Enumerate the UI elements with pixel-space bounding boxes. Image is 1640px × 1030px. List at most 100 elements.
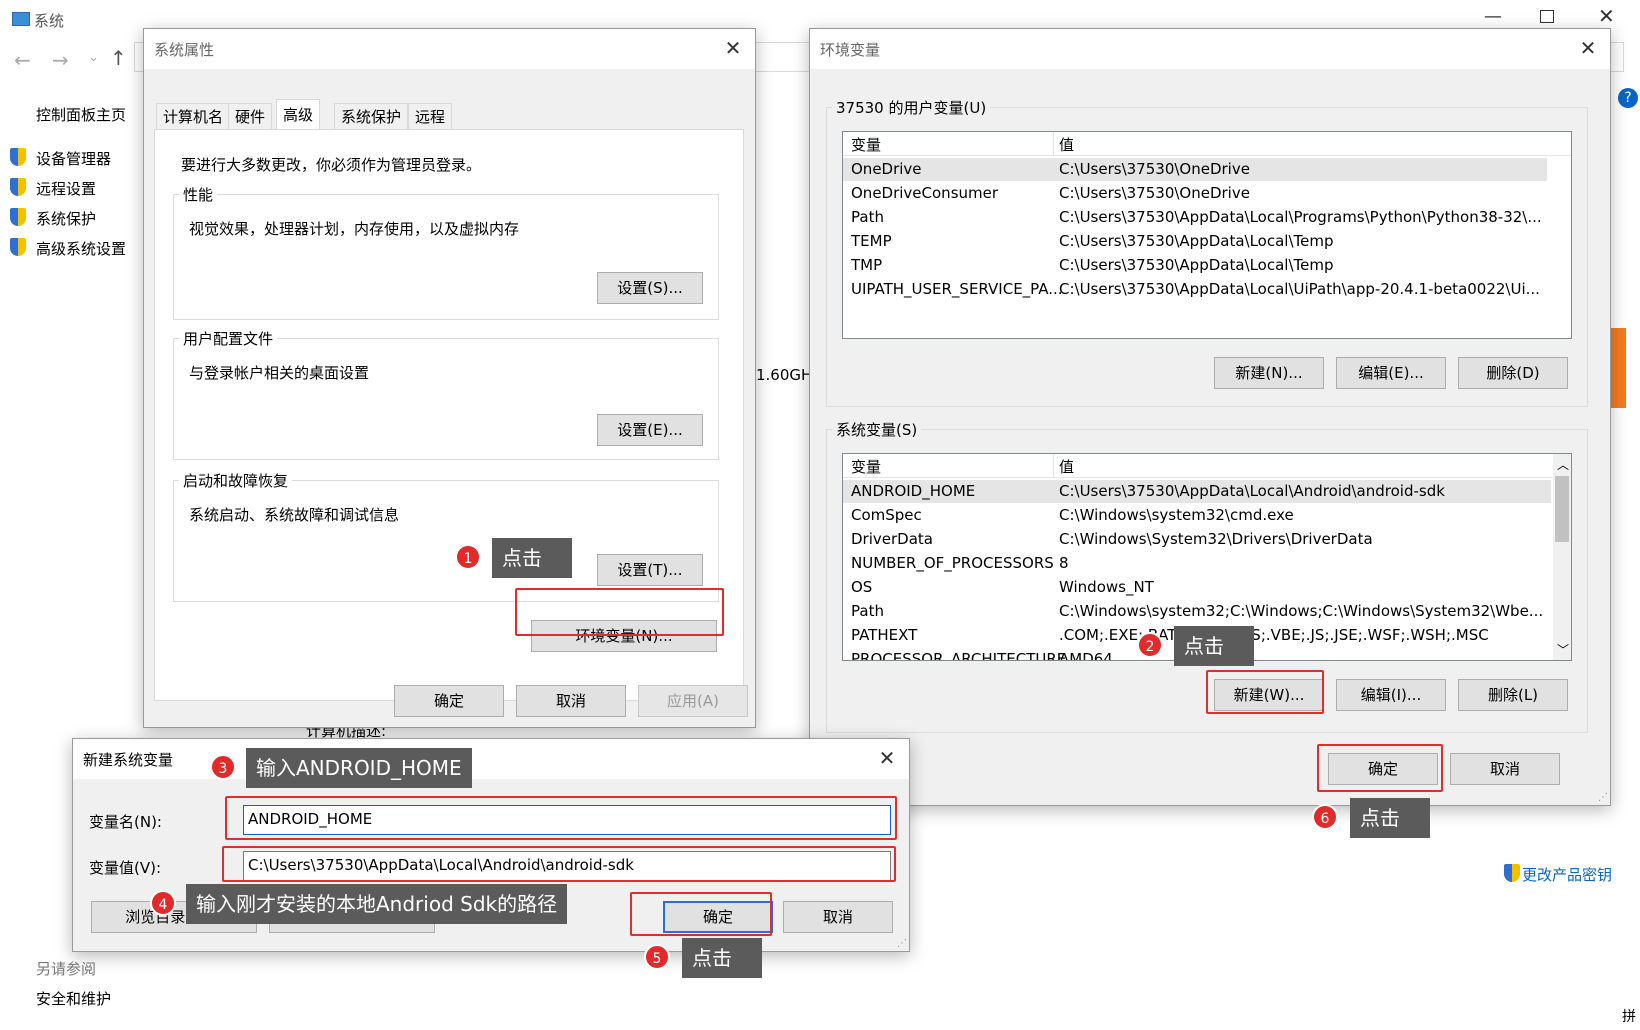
performance-label: 性能 [179,184,218,205]
table-row[interactable]: ANDROID_HOME C:\Users\37530\AppData\Local… [843,480,1551,503]
maximize-button[interactable] [1540,10,1554,23]
annotation-badge-2: 2 [1137,632,1163,658]
column-divider[interactable] [1053,132,1054,156]
tab-system-protection[interactable]: 系统保护 [334,103,409,129]
profile-desc: 与登录帐户相关的桌面设置 [189,364,370,382]
user-delete-button[interactable]: 删除(D) [1458,357,1568,389]
tab-advanced[interactable]: 高级 [276,99,321,131]
user-new-button[interactable]: 新建(N)... [1214,357,1324,389]
change-product-key-link[interactable]: 更改产品密钥 [1522,864,1612,885]
tab-computer-name[interactable]: 计算机名 [156,103,231,129]
tab-remote[interactable]: 远程 [408,103,453,129]
resize-grip-icon[interactable]: ⋰ [897,938,907,949]
security-maintenance-link[interactable]: 安全和维护 [36,988,111,1009]
help-icon[interactable]: ? [1618,88,1638,108]
dialog-title: 系统属性 [154,41,215,59]
sidebar-home-link[interactable]: 控制面板主页 [36,104,126,125]
variable-value-label: 变量值(V): [89,859,162,877]
var-value: C:\Users\37530\AppData\Local\UiPath\app-… [1059,280,1540,298]
sidebar-item-device-manager[interactable]: 设备管理器 [36,148,111,169]
col-val-header[interactable]: 值 [1059,454,1074,480]
table-row[interactable]: OneDriveConsumer C:\Users\37530\OneDrive [843,182,1571,205]
up-arrow-icon[interactable]: ↑ [110,46,127,70]
column-divider[interactable] [1053,454,1054,478]
col-var-header[interactable]: 变量 [851,132,881,158]
var-value: C:\Windows\system32;C:\Windows;C:\Window… [1059,602,1544,620]
user-vars-table[interactable]: 变量 值 OneDrive C:\Users\37530\OneDrive One… [842,131,1572,339]
system-delete-button[interactable]: 删除(L) [1458,679,1568,711]
var-value: C:\Users\37530\OneDrive [1059,160,1250,178]
highlight-system-new [1206,670,1324,714]
highlight-env-ok [1317,744,1443,792]
col-var-header[interactable]: 变量 [851,454,881,480]
table-row[interactable]: TMP C:\Users\37530\AppData\Local\Temp [843,254,1571,277]
cancel-button[interactable]: 取消 [783,901,893,933]
scrollbar-thumb[interactable] [1555,476,1569,542]
forward-arrow-icon[interactable]: → [52,48,69,72]
table-row[interactable]: UIPATH_USER_SERVICE_PA... C:\Users\37530\… [843,278,1571,301]
dialog-title: 环境变量 [820,41,881,59]
cancel-button[interactable]: 取消 [516,685,626,717]
startup-desc: 系统启动、系统故障和调试信息 [189,506,400,524]
startup-settings-button[interactable]: 设置(T)... [597,554,703,586]
profile-settings-button[interactable]: 设置(E)... [597,414,703,446]
chevron-down-icon[interactable]: ﹀ [1557,641,1569,658]
table-row[interactable]: TEMP C:\Users\37530\AppData\Local\Temp [843,230,1571,253]
close-window-button[interactable]: ✕ [1598,4,1615,28]
var-name: OneDrive [851,160,922,178]
admin-note: 要进行大多数更改，你必须作为管理员登录。 [181,156,482,174]
chevron-up-icon[interactable]: ︿ [1557,456,1569,473]
sidebar-item-advanced[interactable]: 高级系统设置 [36,238,126,259]
var-name: OneDriveConsumer [851,184,999,202]
table-header: 变量 值 [843,132,1571,156]
table-row[interactable]: DriverData C:\Windows\System32\Drivers\Dr… [843,528,1571,551]
highlight-env-button [515,588,724,636]
sidebar-item-remote[interactable]: 远程设置 [36,178,96,199]
tab-hardware[interactable]: 硬件 [228,103,273,129]
close-icon[interactable]: ✕ [1574,35,1602,61]
var-value: Windows_NT [1059,578,1154,596]
dialog-title: 新建系统变量 [83,751,174,769]
var-value: C:\Users\37530\AppData\Local\Temp [1059,232,1334,250]
shield-icon [10,208,26,226]
highlight-newvar-ok [630,892,772,936]
resize-grip-icon[interactable]: ⋰ [1598,792,1608,803]
ok-button[interactable]: 确定 [394,685,504,717]
table-row[interactable]: NUMBER_OF_PROCESSORS 8 [843,552,1571,575]
var-name: PROCESSOR_ARCHITECTURE [851,650,1067,661]
shield-icon [10,148,26,166]
var-value: 8 [1059,554,1069,572]
var-name: Path [851,602,884,620]
close-icon[interactable]: ✕ [873,745,901,771]
var-value: C:\Users\37530\OneDrive [1059,184,1250,202]
back-arrow-icon[interactable]: ← [14,48,31,72]
annotation-badge-3: 3 [210,754,236,780]
highlight-name-input [225,796,897,840]
sidebar-item-protection[interactable]: 系统保护 [36,208,96,229]
table-row[interactable]: Path C:\Users\37530\AppData\Local\Program… [843,206,1571,229]
system-vars-label: 系统变量(S) [832,419,922,440]
chevron-down-icon[interactable]: ⌄ [88,50,99,65]
dialog-titlebar: 系统属性 ✕ [144,29,755,69]
performance-settings-button[interactable]: 设置(S)... [597,272,703,304]
ime-indicator[interactable]: 拼 [1622,1006,1636,1026]
var-value: C:\Windows\System32\Drivers\DriverData [1059,530,1373,548]
minimize-button[interactable]: — [1484,6,1502,27]
dialog-titlebar: 新建系统变量 ✕ [73,739,909,779]
var-value: C:\Windows\system32\cmd.exe [1059,506,1294,524]
close-icon[interactable]: ✕ [719,35,747,61]
table-row[interactable]: OneDrive C:\Users\37530\OneDrive [843,158,1547,181]
user-edit-button[interactable]: 编辑(E)... [1336,357,1446,389]
table-row[interactable]: OS Windows_NT [843,576,1571,599]
system-edit-button[interactable]: 编辑(I)... [1336,679,1446,711]
cancel-button[interactable]: 取消 [1450,753,1560,785]
var-name: DriverData [851,530,933,548]
cpu-speed-text: 1.60GH [756,366,813,384]
var-value: .COM;.EXE;.BAT;.CMD;.VBS;.VBE;.JS;.JSE;.… [1059,626,1489,644]
scrollbar[interactable]: ︿ ﹀ [1553,454,1571,660]
apply-button[interactable]: 应用(A) [638,685,748,717]
annotation-callout-3: 输入ANDROID_HOME [246,748,472,788]
table-row[interactable]: ComSpec C:\Windows\system32\cmd.exe [843,504,1571,527]
col-val-header[interactable]: 值 [1059,132,1074,158]
table-row[interactable]: Path C:\Windows\system32;C:\Windows;C:\Wi… [843,600,1571,623]
